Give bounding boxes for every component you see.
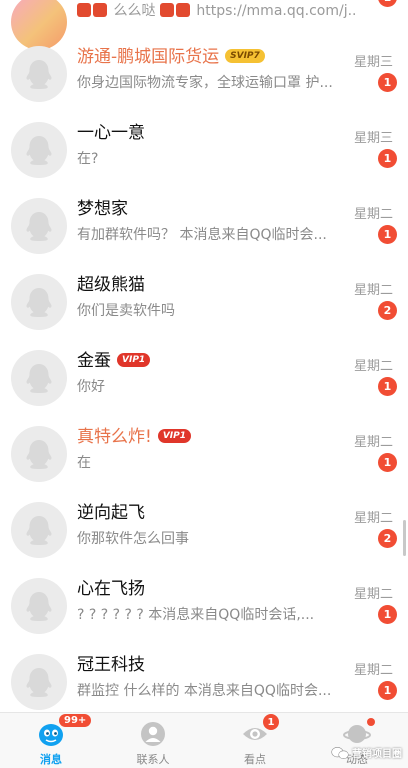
contact-name: 逆向起飞 (77, 503, 145, 523)
tab-watch[interactable]: 1 看点 (204, 713, 306, 768)
timestamp: 星期二 (353, 283, 393, 298)
avatar (11, 122, 67, 178)
unread-badge: 1 (378, 681, 397, 700)
timestamp: 星期二 (353, 207, 393, 222)
contact-name: 心在飞扬 (77, 579, 145, 599)
conversation-row[interactable]: 超级熊猫你们是卖软件吗 星期二 2 (0, 268, 408, 344)
avatar (11, 350, 67, 406)
conversation-list: 么么哒 https://mma.qq.com/j... 1 游通-鹏城国际货运S… (0, 0, 408, 712)
conversation-row[interactable]: 梦想家有加群软件吗？ 本消息来自QQ临时会... 星期二 1 (0, 192, 408, 268)
timestamp: 星期三 (353, 131, 393, 146)
conversation-row[interactable]: 金蚕 VIP1 你好 星期二 1 (0, 344, 408, 420)
contact-name: 冠王科技 (77, 655, 145, 675)
contact-name: 超级熊猫 (77, 275, 145, 295)
unread-badge: 1 (378, 0, 397, 7)
vip-badge: SVIP7 (225, 48, 265, 63)
conversation-row[interactable]: 逆向起飞你那软件怎么回事 星期二 2 (0, 496, 408, 572)
unread-badge: 1 (378, 149, 397, 168)
avatar (11, 578, 67, 634)
planet-icon (343, 718, 375, 748)
contact-name: 金蚕 VIP1 (77, 350, 151, 372)
vip-badge: VIP1 (117, 352, 151, 367)
timestamp: 星期三 (353, 55, 393, 70)
timestamp: 星期二 (353, 435, 393, 450)
unread-badge: 1 (263, 714, 279, 730)
unread-badge: 2 (378, 529, 397, 548)
unread-badge: 1 (378, 73, 397, 92)
timestamp: 星期二 (353, 587, 393, 602)
unread-count-badge: 99+ (59, 714, 92, 727)
unread-badge: 1 (378, 605, 397, 624)
emoji-icon (159, 3, 174, 17)
unread-badge: 1 (378, 377, 397, 396)
message-preview: 你们是卖软件吗 (77, 303, 175, 319)
message-preview: 么么哒 https://mma.qq.com/j... (77, 1, 357, 21)
conversation-row[interactable]: 心在飞扬 ? ? ? ? ? ? 本消息来自QQ临时会话,... 星期二 1 (0, 572, 408, 648)
avatar (11, 502, 67, 558)
avatar (11, 426, 67, 482)
tab-messages[interactable]: 99+ 消息 (0, 713, 102, 768)
message-preview: 群监控 什么样的 本消息来自QQ临时会... (77, 683, 332, 699)
emoji-icon (77, 3, 91, 17)
scrollbar[interactable] (403, 520, 406, 556)
tab-label: 看点 (244, 753, 266, 766)
notification-dot (367, 718, 375, 726)
timestamp: 星期二 (353, 511, 393, 526)
message-preview: 在 (77, 455, 91, 471)
watermark: 营销项目圈 (331, 745, 402, 760)
message-preview: 在? (77, 151, 99, 167)
tab-contacts[interactable]: 联系人 (102, 713, 204, 768)
tab-label: 联系人 (136, 753, 170, 766)
messages-icon: 99+ (37, 714, 92, 748)
message-preview: ? ? ? ? ? ? 本消息来自QQ临时会话,... (77, 607, 315, 623)
eye-icon: 1 (241, 714, 279, 748)
contact-name: 真特么炸! VIP1 (77, 426, 192, 448)
vip-badge: VIP1 (157, 428, 192, 443)
message-preview: 你那软件怎么回事 (77, 531, 189, 547)
avatar (11, 198, 67, 254)
conversation-row[interactable]: 游通-鹏城国际货运 SVIP7 你身边国际物流专家，全球运输口罩 护... 星期三 1 (0, 40, 408, 116)
message-preview: 你身边国际物流专家，全球运输口罩 护... (77, 75, 333, 91)
contact-name: 游通-鹏城国际货运 SVIP7 (77, 46, 265, 68)
emoji-icon (93, 3, 107, 17)
conversation-row[interactable]: 真特么炸! VIP1 在 星期二 1 (0, 420, 408, 496)
contacts-icon (139, 720, 167, 748)
bottom-tab-bar: 99+ 消息 联系人 1 看点 动态 营销项目圈 (0, 712, 408, 768)
unread-badge: 2 (378, 301, 397, 320)
avatar (11, 274, 67, 330)
message-preview: 有加群软件吗？ 本消息来自QQ临时会... (77, 227, 327, 243)
contact-name: 梦想家 (77, 199, 128, 219)
conversation-row[interactable]: 冠王科技群监控 什么样的 本消息来自QQ临时会... 星期二 1 (0, 648, 408, 712)
timestamp: 星期二 (353, 663, 393, 678)
emoji-icon (175, 3, 190, 17)
avatar (11, 654, 67, 710)
timestamp: 星期二 (353, 359, 393, 374)
message-preview: 你好 (77, 379, 105, 395)
contact-name: 一心一意 (77, 123, 145, 143)
tab-label: 消息 (40, 753, 62, 766)
avatar (11, 46, 67, 102)
unread-badge: 1 (378, 453, 397, 472)
unread-badge: 1 (378, 225, 397, 244)
conversation-row[interactable]: 一心一意在? 星期三 1 (0, 116, 408, 192)
